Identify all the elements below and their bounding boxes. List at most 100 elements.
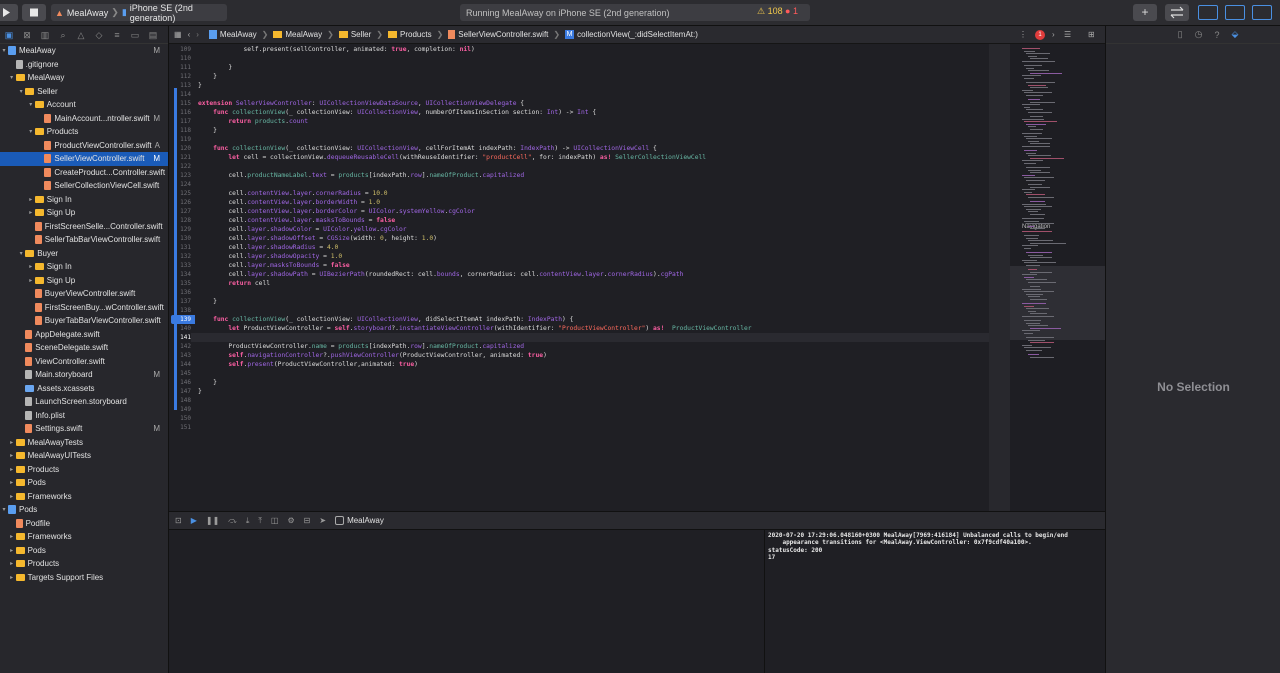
folder-row[interactable]: ▸ MealAwayTests (0, 436, 168, 450)
folder-row[interactable]: ▸ Products (0, 463, 168, 477)
library-button[interactable]: + (1133, 4, 1157, 21)
disclosure-icon[interactable]: ▸ (8, 466, 16, 473)
file-row[interactable]: SellerViewController.swift M (0, 152, 168, 166)
related-items-icon[interactable]: ⋮ (1019, 30, 1027, 39)
code-line[interactable]: } (198, 72, 217, 81)
file-row[interactable]: Podfile (0, 517, 168, 531)
file-row[interactable]: CreateProduct...Controller.swift (0, 166, 168, 180)
file-row[interactable]: Main.storyboard M (0, 368, 168, 382)
code-line[interactable]: } (198, 387, 202, 396)
history-inspector-icon[interactable]: ◷ (1195, 29, 1203, 40)
folder-row[interactable]: ▾ MealAway (0, 71, 168, 85)
code-line[interactable]: cell.contentView.layer.cornerRadius = 10… (198, 189, 387, 198)
code-line[interactable]: let ProductViewController = self.storybo… (198, 324, 751, 333)
code-line[interactable]: cell.layer.shadowPath = UIBezierPath(rou… (198, 270, 683, 279)
add-editor-icon[interactable]: ⊞ (1088, 30, 1095, 39)
breadcrumb-file[interactable]: SellerViewController.swift (448, 30, 548, 39)
editor-options-icon[interactable]: ☰ (1064, 30, 1071, 39)
forward-icon[interactable]: › (196, 30, 199, 39)
disclosure-icon[interactable]: ▸ (8, 439, 16, 446)
environment-icon[interactable]: ⊟ (304, 516, 311, 525)
folder-row[interactable]: ▾ Products (0, 125, 168, 139)
breadcrumb-symbol[interactable]: McollectionView(_:didSelectItemAt:) (565, 30, 698, 39)
code-line[interactable]: } (198, 126, 217, 135)
console-output[interactable]: 2020-07-20 17:29:06.048160+0300 MealAway… (766, 530, 1105, 673)
breakpoints-toggle-icon[interactable]: ▶ (191, 516, 197, 525)
file-row[interactable]: Settings.swift M (0, 422, 168, 436)
folder-row[interactable]: ▸ Frameworks (0, 530, 168, 544)
view-hierarchy-icon[interactable]: ◫ (271, 516, 279, 525)
toggle-inspector-button[interactable] (1252, 5, 1272, 20)
file-row[interactable]: Assets.xcassets (0, 382, 168, 396)
code-line[interactable]: cell.productNameLabel.text = products[in… (198, 171, 524, 180)
code-line[interactable]: return products.count (198, 117, 308, 126)
step-over-icon[interactable]: ⤼ (228, 516, 237, 526)
report-icon[interactable]: ▤ (148, 30, 158, 40)
issue-badge[interactable]: 1 (1035, 30, 1045, 40)
disclosure-icon[interactable]: ▾ (27, 128, 35, 135)
back-icon[interactable]: ‹ (188, 30, 191, 39)
code-line[interactable]: cell.layer.masksToBounds = false (198, 261, 349, 270)
folder-row[interactable]: ▾ Account (0, 98, 168, 112)
issue-icon[interactable]: △ (76, 30, 86, 40)
file-row[interactable]: LaunchScreen.storyboard (0, 395, 168, 409)
code-line[interactable]: func collectionView(_ collectionView: UI… (198, 144, 657, 153)
folder-row[interactable]: ▸ Pods (0, 476, 168, 490)
test-icon[interactable]: ◇ (94, 30, 104, 40)
source-control-icon[interactable]: ⊠ (22, 30, 32, 40)
toggle-debug-area-button[interactable] (1225, 5, 1245, 20)
disclosure-icon[interactable]: ▸ (27, 277, 35, 284)
file-row[interactable]: SellerCollectionViewCell.swift (0, 179, 168, 193)
file-row[interactable]: MainAccount...ntroller.swift M (0, 112, 168, 126)
debug-icon[interactable]: ≡ (112, 30, 122, 40)
code-line[interactable]: extension SellerViewController: UICollec… (198, 99, 524, 108)
toggle-navigator-button[interactable] (1198, 5, 1218, 20)
code-line[interactable]: cell.layer.shadowRadius = 4.0 (198, 243, 338, 252)
code-line[interactable]: cell.layer.shadowOpacity = 1.0 (198, 252, 342, 261)
debug-target[interactable]: MealAway (335, 516, 384, 525)
disclosure-icon[interactable]: ▸ (8, 547, 16, 554)
help-inspector-icon[interactable]: ? (1214, 30, 1219, 40)
code-line[interactable]: func collectionView(_ collectionView: UI… (198, 108, 596, 117)
disclosure-icon[interactable]: ▾ (0, 47, 8, 54)
code-line[interactable]: cell.contentView.layer.masksToBounds = f… (198, 216, 395, 225)
code-line[interactable]: } (198, 378, 217, 387)
code-review-button[interactable] (1165, 4, 1189, 21)
breadcrumb-seller[interactable]: Seller (338, 30, 371, 39)
code-line[interactable]: return cell (198, 279, 270, 288)
code-line[interactable]: cell.layer.shadowOffset = CGSize(width: … (198, 234, 437, 243)
file-row[interactable]: ProductViewController.swift A (0, 139, 168, 153)
editor-scroll-strip[interactable] (989, 44, 1010, 511)
folder-icon[interactable]: ▣ (4, 30, 14, 40)
file-row[interactable]: FirstScreenBuy...wController.swift (0, 301, 168, 315)
file-row[interactable]: Info.plist (0, 409, 168, 423)
variables-view[interactable] (169, 530, 765, 673)
symbol-icon[interactable]: ▥ (40, 30, 50, 40)
folder-row[interactable]: ▾ Seller (0, 85, 168, 99)
disclosure-icon[interactable]: ▸ (8, 574, 16, 581)
file-row[interactable]: BuyerTabBarViewController.swift (0, 314, 168, 328)
file-row[interactable]: FirstScreenSelle...Controller.swift (0, 220, 168, 234)
disclosure-icon[interactable]: ▾ (8, 74, 16, 81)
code-line[interactable]: cell.layer.shadowColor = UIColor.yellow.… (198, 225, 406, 234)
file-inspector-icon[interactable]: ▯ (1178, 29, 1183, 40)
code-line[interactable]: func collectionView(_ collectionView: UI… (198, 315, 573, 324)
disclosure-icon[interactable]: ▾ (17, 88, 25, 95)
code-line[interactable]: self.present(ProductViewController,anima… (198, 360, 418, 369)
file-row[interactable]: .gitignore (0, 58, 168, 72)
breadcrumb-group[interactable]: MealAway (273, 30, 322, 39)
disclosure-icon[interactable]: ▸ (27, 209, 35, 216)
forward-nav-icon[interactable]: › (1052, 30, 1055, 39)
pause-icon[interactable]: ❚❚ (206, 516, 219, 525)
hide-debug-icon[interactable]: ⊡ (175, 516, 182, 525)
code-line[interactable]: let cell = collectionView.dequeueReusabl… (198, 153, 706, 162)
attributes-inspector-icon[interactable]: ⬙ (1231, 29, 1238, 40)
run-button[interactable] (0, 4, 18, 21)
code-line[interactable]: } (198, 297, 217, 306)
disclosure-icon[interactable]: ▾ (27, 101, 35, 108)
source-editor[interactable]: 109 self.present(sellController, animate… (169, 44, 989, 511)
file-row[interactable]: SceneDelegate.swift (0, 341, 168, 355)
disclosure-icon[interactable]: ▸ (8, 493, 16, 500)
disclosure-icon[interactable]: ▸ (8, 452, 16, 459)
file-row[interactable]: ▾ MealAway M (0, 44, 168, 58)
